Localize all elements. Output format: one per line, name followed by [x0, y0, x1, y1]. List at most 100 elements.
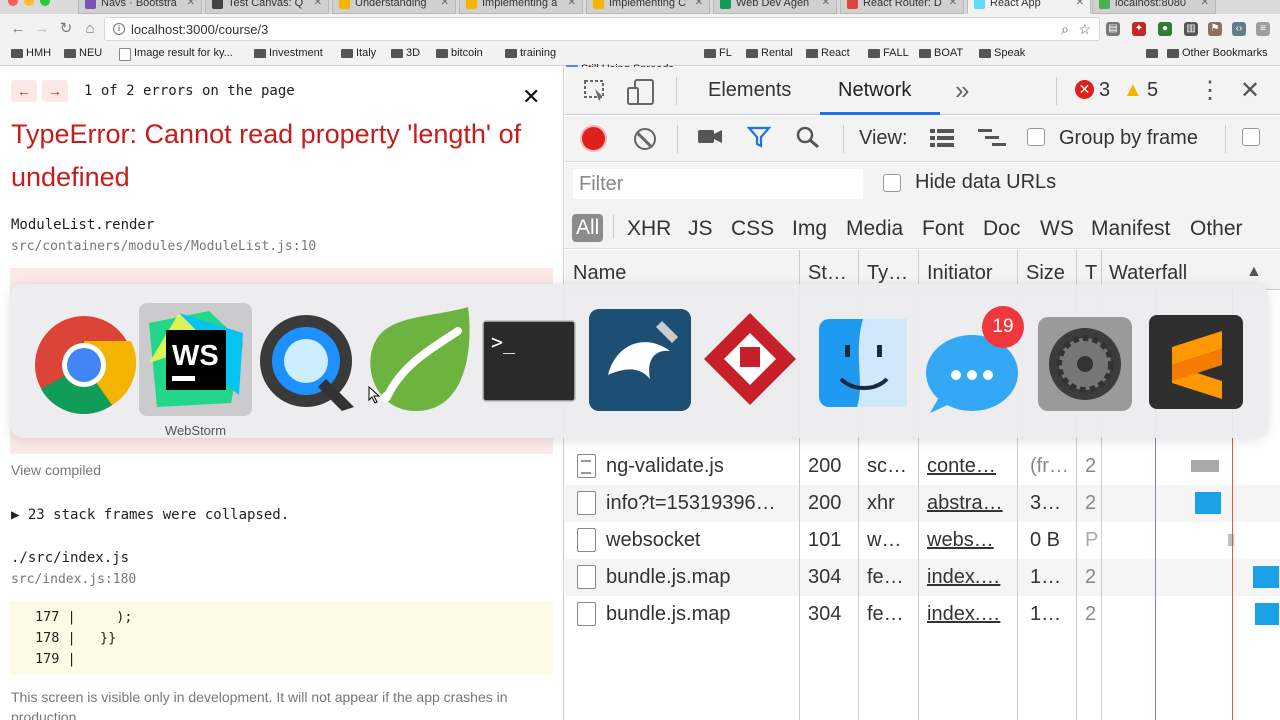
- column-initiator[interactable]: Initiator: [927, 262, 993, 285]
- close-tab-icon[interactable]: ✕: [1076, 0, 1084, 8]
- network-request-row[interactable]: bundle.js.map 304 fe… index.… 1… 2: [565, 559, 1280, 596]
- network-request-row[interactable]: info?t=15319396… 200 xhr abstra… 3… 2: [565, 485, 1280, 522]
- column-name[interactable]: Name: [573, 262, 626, 285]
- extension-icon[interactable]: ✦: [1132, 22, 1146, 36]
- extension-icon[interactable]: ▥: [1184, 22, 1198, 36]
- tab-elements[interactable]: Elements: [708, 79, 791, 102]
- group-by-frame-checkbox[interactable]: [1027, 128, 1045, 146]
- network-request-row[interactable]: ng-validate.js 200 sc… conte… (fr… 2: [565, 448, 1280, 485]
- column-status[interactable]: St…: [808, 262, 847, 285]
- more-tabs-button[interactable]: »: [955, 75, 969, 106]
- column-waterfall[interactable]: Waterfall: [1109, 262, 1187, 285]
- type-filter-font[interactable]: Font: [922, 217, 964, 241]
- site-info-icon[interactable]: i: [113, 23, 125, 35]
- home-icon[interactable]: ⌂: [80, 19, 100, 39]
- close-tab-icon[interactable]: ✕: [822, 0, 830, 8]
- bookmark-folder[interactable]: HMH: [11, 47, 51, 59]
- address-bar[interactable]: i localhost:3000/course/3 ⌕ ☆: [104, 17, 1100, 41]
- mysql-workbench-icon[interactable]: [586, 303, 699, 416]
- previous-error-button[interactable]: ←: [11, 80, 37, 102]
- wps-office-icon[interactable]: [696, 303, 809, 416]
- browser-tab[interactable]: Implementing C ✕: [586, 0, 710, 14]
- back-icon[interactable]: ←: [8, 19, 28, 39]
- sort-ascending-icon[interactable]: ▲: [1246, 263, 1262, 281]
- extension-icon[interactable]: ≡: [1256, 22, 1270, 36]
- close-tab-icon[interactable]: ✕: [568, 0, 576, 8]
- type-filter-media[interactable]: Media: [846, 217, 903, 241]
- bookmarks-overflow-button[interactable]: »: [1146, 47, 1159, 59]
- minimize-window-icon[interactable]: [24, 0, 34, 6]
- close-overlay-button[interactable]: ✕: [522, 86, 540, 108]
- network-request-row[interactable]: websocket 101 w… webs… 0 B P: [565, 522, 1280, 559]
- terminal-icon[interactable]: >_: [475, 303, 588, 416]
- next-error-button[interactable]: →: [42, 80, 68, 102]
- bookmark-folder[interactable]: Investment: [254, 47, 323, 59]
- bookmark-folder[interactable]: Rental: [746, 47, 793, 59]
- warning-count-badge[interactable]: 5: [1147, 79, 1158, 102]
- bookmark-folder[interactable]: FALL: [868, 47, 909, 59]
- type-filter-manifest[interactable]: Manifest: [1091, 217, 1170, 241]
- filter-icon[interactable]: [746, 126, 772, 154]
- bookmark-item[interactable]: Image result for ky...: [119, 47, 233, 61]
- forward-icon[interactable]: →: [32, 19, 52, 39]
- screenshot-camera-icon[interactable]: [697, 125, 723, 153]
- bookmark-folder[interactable]: FL: [704, 47, 732, 59]
- browser-tab[interactable]: Implementing a ✕: [459, 0, 583, 14]
- large-rows-icon[interactable]: [929, 127, 955, 155]
- system-preferences-icon[interactable]: [1029, 303, 1142, 416]
- bookmark-star-icon[interactable]: ☆: [1078, 21, 1091, 38]
- request-initiator[interactable]: index.…: [927, 603, 1012, 626]
- column-time[interactable]: T: [1085, 262, 1097, 285]
- column-size[interactable]: Size: [1026, 262, 1065, 285]
- address-url[interactable]: localhost:3000/course/3: [131, 22, 268, 37]
- record-button[interactable]: [582, 127, 605, 150]
- tab-network[interactable]: Network: [838, 79, 911, 102]
- bookmark-folder[interactable]: Speak: [979, 47, 1025, 59]
- bookmark-folder[interactable]: Italy: [341, 47, 376, 59]
- overview-icon[interactable]: [977, 127, 1007, 155]
- webstorm-icon[interactable]: WS WebStorm: [139, 303, 252, 438]
- bookmark-folder[interactable]: NEU: [64, 47, 102, 59]
- browser-tab[interactable]: React Router: D ✕: [840, 0, 964, 14]
- sublime-text-icon[interactable]: [1140, 303, 1253, 416]
- close-devtools-icon[interactable]: ✕: [1240, 76, 1260, 105]
- type-filter-all[interactable]: All: [572, 214, 604, 242]
- bookmark-folder[interactable]: BOAT: [919, 47, 963, 59]
- extension-icon[interactable]: ‹›: [1232, 22, 1246, 36]
- messages-icon[interactable]: 19: [918, 303, 1031, 416]
- group-by-frame-label[interactable]: Group by frame: [1059, 127, 1198, 150]
- error-icon[interactable]: ✕: [1075, 80, 1094, 99]
- zoom-window-icon[interactable]: [40, 0, 50, 6]
- type-filter-xhr[interactable]: XHR: [627, 217, 671, 241]
- browser-tab[interactable]: Understanding ✕: [332, 0, 456, 14]
- extension-icon[interactable]: ▤: [1106, 22, 1120, 36]
- browser-tab[interactable]: Test Canvas: Q ✕: [205, 0, 329, 14]
- hide-data-urls-label[interactable]: Hide data URLs: [915, 171, 1056, 194]
- close-tab-icon[interactable]: ✕: [187, 0, 195, 8]
- browser-tab[interactable]: Navs · Bootstra ✕: [78, 0, 202, 14]
- type-filter-other[interactable]: Other: [1190, 217, 1243, 241]
- warning-icon[interactable]: ▲: [1123, 79, 1143, 102]
- chrome-icon[interactable]: [32, 303, 145, 416]
- search-icon[interactable]: ⌕: [1061, 21, 1069, 38]
- finder-icon[interactable]: [807, 303, 920, 416]
- close-tab-icon[interactable]: ✕: [695, 0, 703, 8]
- stack-frame-location[interactable]: src/index.js:180: [11, 572, 136, 587]
- network-request-row[interactable]: bundle.js.map 304 fe… index.… 1… 2: [565, 596, 1280, 633]
- request-initiator[interactable]: webs…: [927, 529, 1012, 552]
- type-filter-doc[interactable]: Doc: [983, 217, 1020, 241]
- request-initiator[interactable]: conte…: [927, 455, 1012, 478]
- view-compiled-link[interactable]: View compiled: [11, 462, 101, 478]
- error-count-badge[interactable]: 3: [1099, 79, 1110, 102]
- other-bookmarks-folder[interactable]: Other Bookmarks: [1167, 47, 1268, 59]
- bookmark-folder[interactable]: 3D: [391, 47, 420, 59]
- browser-tab[interactable]: React App ✕: [967, 0, 1091, 14]
- column-type[interactable]: Ty…: [867, 262, 908, 285]
- close-tab-icon[interactable]: ✕: [314, 0, 322, 8]
- type-filter-js[interactable]: JS: [688, 217, 713, 241]
- offline-checkbox[interactable]: [1242, 128, 1260, 146]
- stack-frame-location[interactable]: src/containers/modules/ModuleList.js:10: [11, 239, 316, 254]
- request-initiator[interactable]: abstra…: [927, 492, 1012, 515]
- request-initiator[interactable]: index.…: [927, 566, 1012, 589]
- clear-icon[interactable]: [634, 128, 656, 150]
